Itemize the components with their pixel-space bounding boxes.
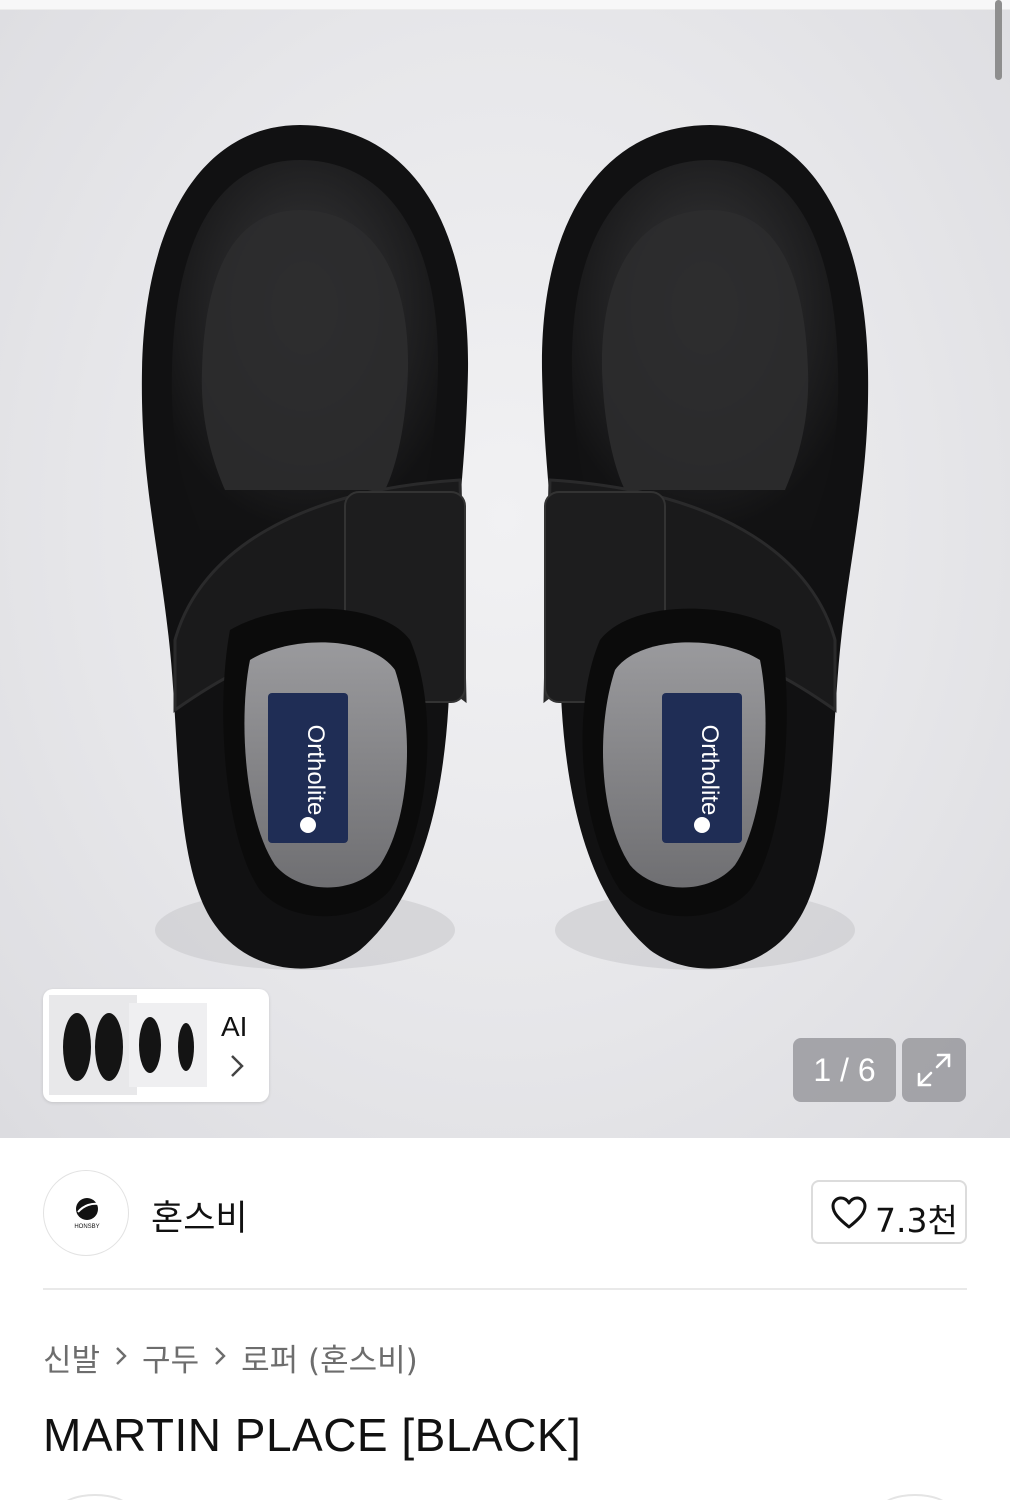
breadcrumb-item-loafer[interactable]: 로퍼 (혼스비) — [241, 1335, 418, 1380]
brand-name[interactable]: 혼스비 — [151, 1190, 248, 1241]
product-title: MARTIN PLACE [BLACK] — [43, 1409, 582, 1461]
thumbnail-strip — [49, 995, 207, 1095]
expand-icon — [917, 1053, 951, 1087]
insole-brand-right: Ortholite — [696, 725, 723, 816]
brand-logo-mark: HONSBY — [74, 1198, 100, 1230]
image-counter: 1 / 6 — [793, 1038, 896, 1102]
top-bar — [0, 0, 1010, 10]
scrollbar[interactable] — [995, 0, 1002, 80]
like-count: 7.3천 — [875, 1201, 958, 1240]
ai-label: AI — [221, 1011, 248, 1042]
chevron-right-icon — [231, 1055, 244, 1077]
breadcrumb: 신발 구두 로퍼 (혼스비) — [43, 1335, 418, 1379]
breadcrumb-item-shoes[interactable]: 신발 — [43, 1335, 100, 1380]
option-chip-right[interactable] — [880, 1494, 950, 1500]
left-shoe: Ortholite — [141, 125, 469, 969]
breadcrumb-chevron-icon — [213, 1339, 227, 1375]
expand-button[interactable] — [902, 1038, 966, 1102]
divider — [43, 1288, 967, 1290]
right-shoe: Ortholite — [541, 125, 869, 969]
breadcrumb-chevron-icon — [114, 1339, 128, 1375]
product-image-gallery[interactable]: Ortholite Ortholite AI 1 / 6 — [0, 10, 1010, 1138]
heart-icon — [831, 1196, 867, 1229]
option-chip-left[interactable] — [60, 1494, 130, 1500]
breadcrumb-item-dress-shoes[interactable]: 구두 — [142, 1335, 199, 1380]
brand-logo-text: HONSBY — [74, 1224, 99, 1230]
brand-row: HONSBY 혼스비 7.3천 — [43, 1170, 967, 1256]
brand-logo[interactable]: HONSBY — [43, 1170, 129, 1256]
ai-thumbnail-card[interactable]: AI — [43, 989, 269, 1102]
like-button[interactable]: 7.3천 — [811, 1180, 967, 1244]
insole-brand-left: Ortholite — [302, 725, 329, 816]
product-image: Ortholite Ortholite — [141, 125, 869, 970]
